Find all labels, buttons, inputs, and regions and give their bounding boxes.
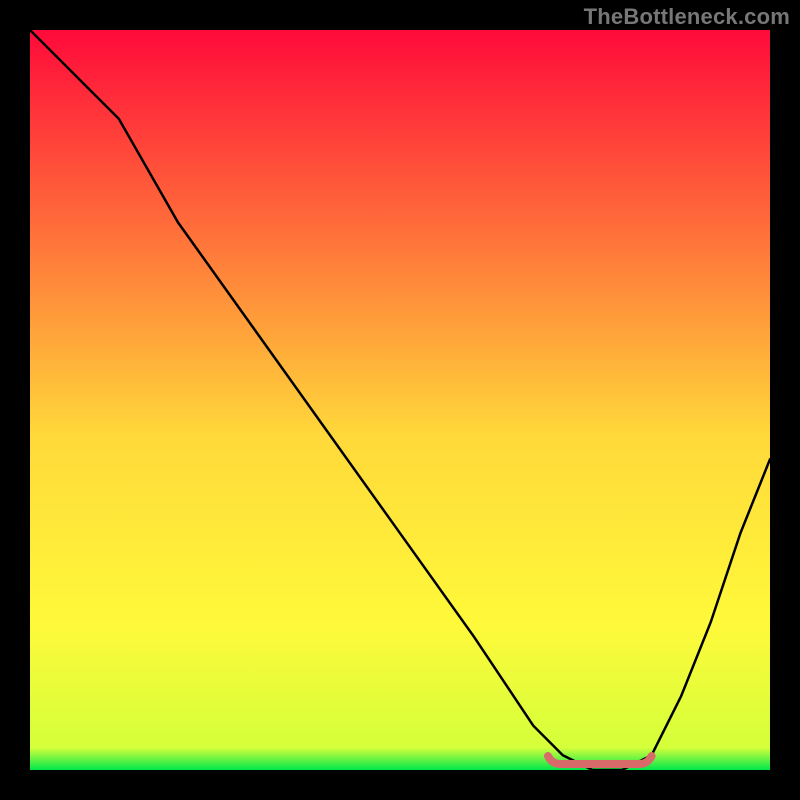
plot-background — [30, 30, 770, 770]
watermark-text: TheBottleneck.com — [584, 4, 790, 30]
chart-container: TheBottleneck.com — [0, 0, 800, 800]
bottleneck-chart — [0, 0, 800, 800]
